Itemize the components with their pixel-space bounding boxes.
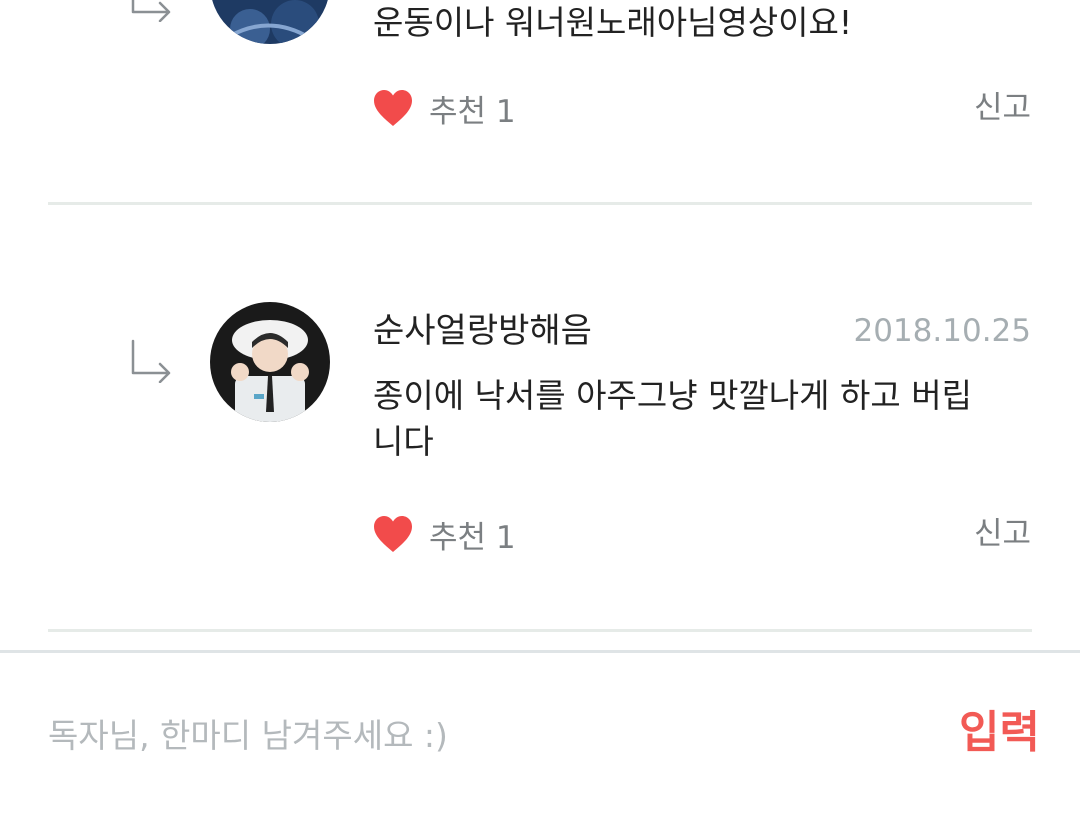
comment-text: 종이에 낙서를 아주그냥 맛깔나게 하고 버립니다 [373, 376, 972, 461]
avatar[interactable] [210, 302, 330, 422]
user-avatar-icon [210, 0, 330, 44]
like-count-label: 추천 1 [429, 519, 516, 556]
reply-arrow-icon [131, 339, 171, 383]
avatar[interactable] [210, 0, 330, 44]
like-button[interactable]: 추천 1 [372, 512, 516, 556]
like-count-label: 추천 1 [429, 93, 516, 130]
comment-divider [48, 629, 1032, 632]
comment-date: 2018.10.25 [853, 313, 1032, 349]
like-button[interactable]: 추천 1 [372, 86, 516, 130]
heart-icon [374, 90, 412, 126]
comment-username[interactable]: 순사얼랑방해음 [373, 311, 592, 351]
comment-input[interactable] [48, 705, 908, 765]
report-button[interactable]: 신고 [974, 86, 1031, 130]
user-avatar-icon [210, 302, 330, 422]
submit-button[interactable]: 입력 [959, 703, 1040, 763]
comment-text: 운동이나 워너원노래아님영상이요! [373, 3, 853, 42]
heart-icon [374, 516, 412, 552]
reply-arrow-icon [131, 0, 171, 22]
comment-input-bar: 입력 [0, 650, 1080, 813]
report-button[interactable]: 신고 [974, 512, 1031, 556]
comment-item: 운동이나 워너원노래아님영상이요! 추천 1 신고 [0, 0, 1080, 205]
comment-item: 순사얼랑방해음 2018.10.25 종이에 낙서를 아주그냥 맛깔나게 하고 … [0, 205, 1080, 633]
